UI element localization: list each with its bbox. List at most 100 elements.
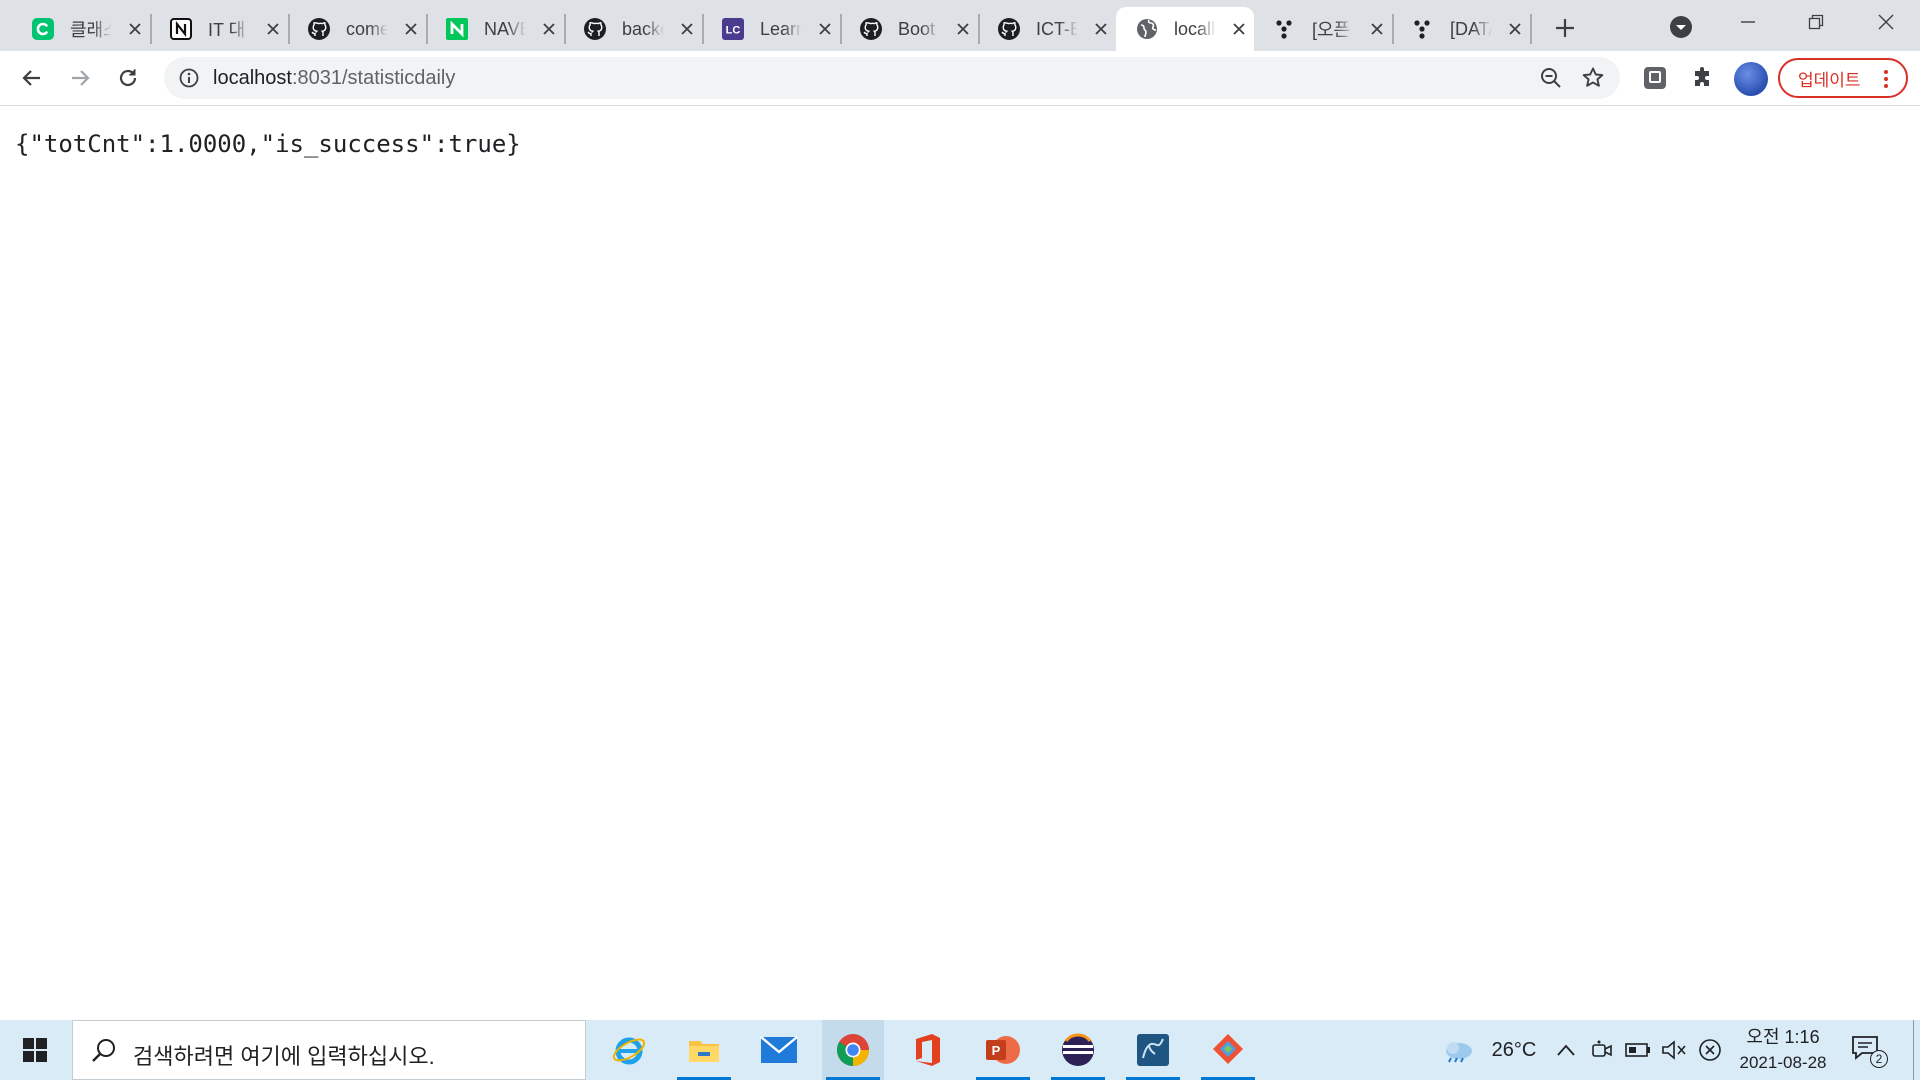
browser-toolbar: localhost:8031/statisticdaily 업데이트 xyxy=(0,51,1920,106)
close-icon[interactable] xyxy=(1090,18,1112,40)
close-icon[interactable] xyxy=(124,18,146,40)
github-icon xyxy=(306,16,332,42)
globe-icon xyxy=(1134,16,1160,42)
volume-muted-icon[interactable] xyxy=(1660,1034,1688,1066)
chevron-down-icon xyxy=(1670,16,1692,38)
close-icon[interactable] xyxy=(1228,18,1250,40)
class101-icon xyxy=(30,16,56,42)
extensions-menu-button[interactable] xyxy=(1684,59,1722,97)
search-placeholder: 검색하려면 여기에 입력하십시오. xyxy=(133,1044,435,1069)
tab-title: ICT-B xyxy=(1036,18,1078,39)
more-vert-icon xyxy=(1876,68,1896,90)
taskbar-app-mail[interactable] xyxy=(748,1020,810,1080)
close-icon[interactable] xyxy=(1366,18,1388,40)
close-icon[interactable] xyxy=(1504,18,1526,40)
chrome-icon xyxy=(836,1034,870,1067)
taskbar-app-eclipse[interactable] xyxy=(1047,1020,1109,1080)
internet-explorer-icon xyxy=(612,1037,646,1065)
minimize-icon xyxy=(1741,21,1755,23)
naver-icon xyxy=(444,16,470,42)
notification-center-button[interactable]: 2 xyxy=(1850,1034,1890,1068)
reload-button[interactable] xyxy=(109,59,147,97)
start-button[interactable] xyxy=(0,1020,70,1080)
close-icon[interactable] xyxy=(538,18,560,40)
tab-title: 클래스 xyxy=(70,20,112,40)
tab-class101[interactable]: 클래스 xyxy=(12,7,150,51)
tab-separator xyxy=(1530,14,1532,44)
system-clock[interactable]: 오전 1:16 2021-08-28 xyxy=(1728,1024,1838,1076)
update-button[interactable]: 업데이트 xyxy=(1778,58,1908,98)
office-icon xyxy=(916,1034,940,1066)
meet-now-icon[interactable] xyxy=(1590,1034,1614,1066)
taskbar-app-mysql-workbench[interactable] xyxy=(1122,1020,1184,1080)
eclipse-icon xyxy=(1062,1033,1094,1066)
taskbar-app-internet-explorer[interactable] xyxy=(598,1020,660,1080)
mysql-workbench-icon xyxy=(1137,1034,1169,1066)
url-host: localhost xyxy=(213,67,292,89)
svg-text:LC: LC xyxy=(726,25,741,37)
close-icon[interactable] xyxy=(400,18,422,40)
clock-time: 오전 1:16 xyxy=(1746,1027,1820,1047)
tab-search-button[interactable] xyxy=(1666,12,1696,42)
close-window-button[interactable] xyxy=(1852,0,1920,44)
show-desktop-button[interactable] xyxy=(1913,1020,1920,1080)
extension-button[interactable] xyxy=(1636,59,1674,97)
tab-naver[interactable]: NAVER xyxy=(426,7,564,51)
back-button[interactable] xyxy=(13,59,51,97)
tab-title: Learn xyxy=(760,18,802,39)
tab-title: [DATA xyxy=(1450,18,1492,39)
taskbar-app-file-explorer[interactable] xyxy=(673,1020,735,1080)
tab-title: Boot xyxy=(898,18,936,39)
tab-leetcode[interactable]: LC Learn xyxy=(702,7,840,51)
minimize-button[interactable] xyxy=(1714,0,1782,44)
page-content: {"totCnt":1.0000,"is_success":true} xyxy=(0,106,1920,1020)
profile-avatar[interactable] xyxy=(1734,62,1768,96)
tab-github-boot[interactable]: Boot xyxy=(840,7,978,51)
notification-badge: 2 xyxy=(1870,1050,1888,1068)
info-icon[interactable] xyxy=(178,67,200,89)
tab-data-10[interactable]: [DATA xyxy=(1392,7,1530,51)
taskbar-app-chrome[interactable] xyxy=(822,1020,884,1080)
tab-open-9[interactable]: [오픈 xyxy=(1254,7,1392,51)
url-path: :8031/statisticdaily xyxy=(291,67,456,89)
taskbar-app-office[interactable] xyxy=(897,1020,959,1080)
taskbar-app-powerpoint[interactable]: P xyxy=(972,1020,1034,1080)
zoom-out-icon[interactable] xyxy=(1538,65,1564,91)
restore-button[interactable] xyxy=(1782,0,1850,44)
battery-icon[interactable] xyxy=(1624,1034,1652,1066)
weather-temperature[interactable]: 26°C xyxy=(1484,1034,1544,1066)
svg-text:P: P xyxy=(992,1043,1001,1058)
git-icon xyxy=(1213,1034,1243,1064)
tab-notion[interactable]: IT 대 xyxy=(150,7,288,51)
tab-title: NAVER xyxy=(484,18,526,39)
star-icon[interactable] xyxy=(1580,65,1606,91)
tab-strip: 클래스 IT 대 come NAVER xyxy=(0,0,1920,51)
close-icon[interactable] xyxy=(952,18,974,40)
tab-github-ict[interactable]: ICT-B xyxy=(978,7,1116,51)
tab-title: localh xyxy=(1174,18,1216,39)
weather-icon[interactable] xyxy=(1440,1034,1476,1066)
close-icon xyxy=(1878,14,1894,30)
taskbar: 검색하려면 여기에 입력하십시오. P 26°C 오전 1:16 2021-08… xyxy=(0,1020,1920,1080)
json-response: {"totCnt":1.0000,"is_success":true} xyxy=(15,130,521,158)
chevron-up-icon[interactable] xyxy=(1554,1034,1578,1066)
network-disconnected-icon[interactable] xyxy=(1696,1034,1724,1066)
address-bar[interactable]: localhost:8031/statisticdaily xyxy=(164,57,1620,99)
forward-button[interactable] xyxy=(61,59,99,97)
clock-date: 2021-08-28 xyxy=(1739,1053,1827,1072)
tab-github-come[interactable]: come xyxy=(288,7,426,51)
new-tab-button[interactable] xyxy=(1548,11,1582,45)
taskbar-app-git[interactable] xyxy=(1197,1020,1259,1080)
tab-title: [오픈 xyxy=(1312,20,1351,40)
taskbar-search-box[interactable]: 검색하려면 여기에 입력하십시오. xyxy=(72,1020,586,1080)
close-icon[interactable] xyxy=(262,18,284,40)
tab-localhost[interactable]: localh xyxy=(1116,7,1254,51)
plus-icon xyxy=(1556,19,1574,37)
close-icon[interactable] xyxy=(676,18,698,40)
github-icon xyxy=(582,16,608,42)
windows-icon xyxy=(23,1038,47,1062)
tab-github-backe[interactable]: backe xyxy=(564,7,702,51)
reload-icon xyxy=(119,69,137,87)
close-icon[interactable] xyxy=(814,18,836,40)
tab-title: IT 대 xyxy=(208,20,246,40)
